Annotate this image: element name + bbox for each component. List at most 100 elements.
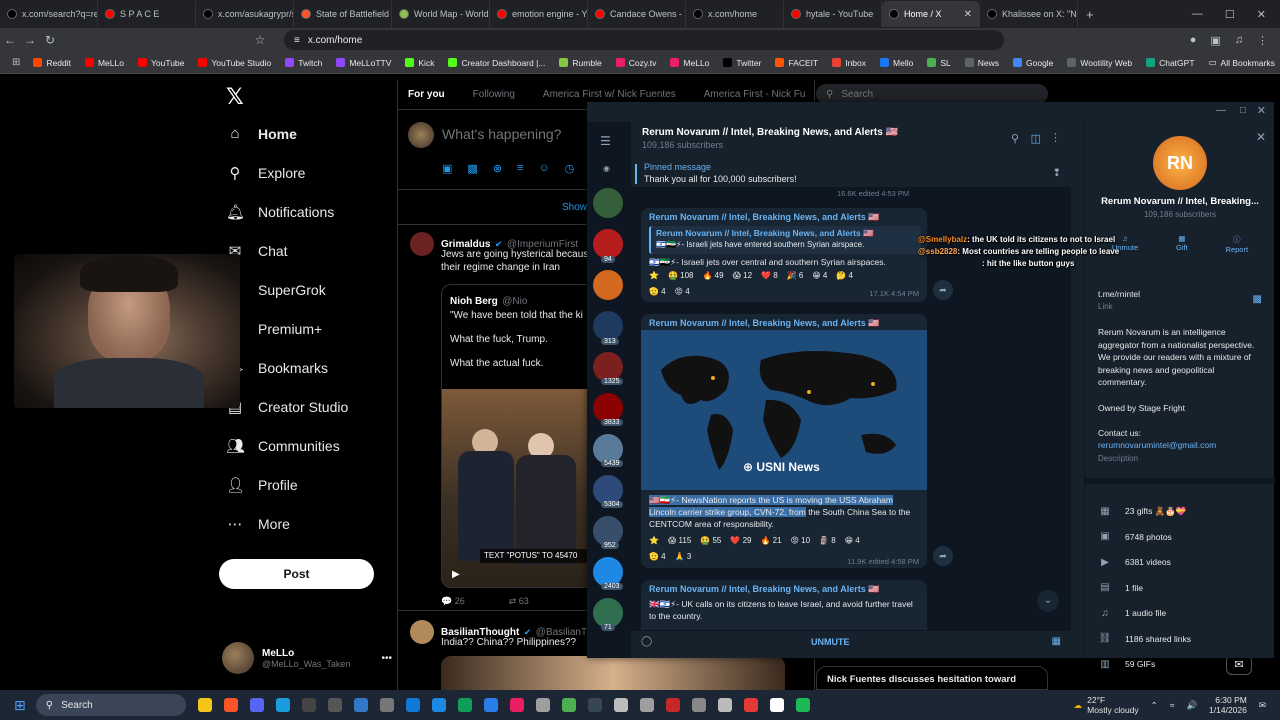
app-icon[interactable] <box>613 698 628 712</box>
media-stat-row[interactable]: ▥ 59 GIFs <box>1085 653 1275 675</box>
emoji-icon[interactable]: ☺ <box>538 162 549 175</box>
unmute-button[interactable]: UNMUTE <box>811 637 850 647</box>
reaction[interactable]: ⭐ <box>649 536 659 545</box>
bookmark-item[interactable]: Creator Dashboard |... <box>441 58 552 68</box>
report-action[interactable]: ⓘ Report <box>1226 234 1249 254</box>
reaction[interactable]: 🎉 6 <box>787 271 804 280</box>
x-search-input[interactable]: ⚲ Search <box>816 84 1048 104</box>
tab-for-you[interactable]: For you <box>408 89 445 100</box>
reaction[interactable]: 🫡 4 <box>649 552 666 561</box>
app-icon[interactable] <box>483 698 498 712</box>
image-icon[interactable]: ▣ <box>442 162 452 175</box>
reaction[interactable]: ⭐ <box>649 271 659 280</box>
channel-link[interactable]: t.me/rnintel <box>1098 288 1140 301</box>
vscode-icon[interactable] <box>353 698 368 712</box>
tab-america-first-2[interactable]: America First - Nick Fu <box>704 89 806 100</box>
close-window-icon[interactable]: ✕ <box>1257 8 1266 21</box>
play-icon[interactable]: ▶ <box>452 569 460 580</box>
retweet-button[interactable]: ⇄ 63 <box>509 596 529 607</box>
browser-tab[interactable]: Khalissee on X: "NE <box>980 1 1078 27</box>
bookmark-item[interactable]: SL <box>920 58 957 68</box>
extension-icon[interactable]: ● <box>1190 34 1197 47</box>
x-logo-icon[interactable]: 𝕏 <box>226 84 390 110</box>
tab-america-first[interactable]: America First w/ Nick Fuentes <box>543 89 676 100</box>
close-panel-icon[interactable]: ✕ <box>1256 130 1266 144</box>
bookmark-item[interactable]: YouTube <box>131 58 191 68</box>
windows-start-icon[interactable]: ⊞ <box>14 697 26 714</box>
bookmark-item[interactable]: Reddit <box>26 58 78 68</box>
reaction[interactable]: 😡 4 <box>675 287 690 296</box>
browser-tab[interactable]: State of Battlefield <box>294 1 392 27</box>
browser-tab[interactable]: S P A C E <box>98 1 196 27</box>
grok-icon[interactable]: ⊗ <box>493 162 502 175</box>
nav-item-communities[interactable]: 👥︎ Communities <box>210 426 390 465</box>
browser-tab[interactable]: World Map - World <box>392 1 490 27</box>
contact-email[interactable]: rerumnovarumintel@gmail.com <box>1098 439 1216 452</box>
new-tab-icon[interactable]: + <box>1078 7 1102 22</box>
channel-message[interactable]: Rerum Novarum // Intel, Breaking News, a… <box>641 314 927 568</box>
bookmark-item[interactable]: Google <box>1006 58 1060 68</box>
trend-card[interactable]: Nick Fuentes discusses hesitation toward <box>816 666 1048 690</box>
app-icon[interactable] <box>535 698 550 712</box>
notepad-icon[interactable] <box>769 698 784 712</box>
reaction[interactable]: 😡 10 <box>791 536 810 545</box>
bookmark-item[interactable]: MeLLo <box>663 58 716 68</box>
reaction[interactable]: 🔥 21 <box>760 536 781 545</box>
pinned-message-bar[interactable]: Pinned message Thank you all for 100,000… <box>631 160 1071 188</box>
browser-tab[interactable]: emotion engine - Y <box>490 1 588 27</box>
chat-header[interactable]: Rerum Novarum // Intel, Breaking News, a… <box>631 122 1071 162</box>
tweet-avatar[interactable] <box>410 232 434 256</box>
minimize-icon[interactable]: — <box>1216 105 1226 116</box>
nav-item-home[interactable]: ⌂ Home <box>210 114 390 153</box>
media-icon[interactable]: ♫ <box>1235 34 1243 47</box>
channel-avatar[interactable] <box>593 188 623 218</box>
channel-avatar[interactable]: RN <box>1153 136 1207 190</box>
poll-icon[interactable]: ≡ <box>517 162 523 175</box>
app-icon[interactable] <box>743 698 758 712</box>
telegram-icon[interactable] <box>405 698 420 712</box>
bookmark-item[interactable]: Kick <box>398 58 441 68</box>
search-icon[interactable]: ⚲ <box>1011 132 1019 145</box>
nav-item-profile[interactable]: 👤︎ Profile <box>210 465 390 504</box>
compose-input[interactable]: What's happening? <box>442 126 561 142</box>
gift-icon[interactable]: ▦ <box>1052 636 1061 647</box>
all-bookmarks-button[interactable]: ▭ All Bookmarks <box>1202 57 1280 68</box>
reaction[interactable]: 😱 12 <box>733 271 752 280</box>
qr-code-icon[interactable]: ▩ <box>1253 294 1262 305</box>
browser-tab[interactable]: x.com/home <box>686 1 784 27</box>
maximize-icon[interactable]: ☐ <box>1225 8 1235 21</box>
site-info-icon[interactable]: ≡ <box>294 35 300 46</box>
reaction[interactable]: ❤️ 8 <box>761 271 778 280</box>
reply-preview[interactable]: Rerum Novarum // Intel, Breaking News, a… <box>649 226 921 254</box>
video-thumbnail[interactable]: TEXT "POTUS" TO 45470 ▶ <box>442 389 610 587</box>
reaction[interactable]: 😁 4 <box>845 536 860 545</box>
bookmark-item[interactable]: ChatGPT <box>1139 58 1201 68</box>
url-field[interactable]: ≡ x.com/home <box>284 30 1004 50</box>
media-stat-row[interactable]: ▣ 6748 photos <box>1085 526 1275 548</box>
reply-button[interactable]: 💬 26 <box>441 596 465 607</box>
media-stat-row[interactable]: ♫ 1 audio file <box>1085 602 1275 624</box>
bookmark-item[interactable]: Rumble <box>552 58 608 68</box>
usni-map-image[interactable]: ⊕ USNI News <box>641 330 927 490</box>
pin-list-icon[interactable]: ❢ <box>1053 168 1061 179</box>
bookmark-item[interactable]: MeLLoTTV <box>329 58 398 68</box>
bookmark-item[interactable]: Twitter <box>716 58 768 68</box>
minimize-icon[interactable]: — <box>1192 8 1203 21</box>
apps-grid-icon[interactable]: ⊞ <box>6 57 26 68</box>
wifi-icon[interactable]: ≈ <box>1170 700 1175 710</box>
chevron-up-icon[interactable]: ⌃ <box>1151 700 1158 711</box>
reaction[interactable]: 🤮 55 <box>700 536 721 545</box>
channel-avatar[interactable] <box>593 229 623 259</box>
tweet-avatar[interactable] <box>410 620 434 644</box>
bookmark-item[interactable]: Twitch <box>278 58 329 68</box>
browser-tab[interactable]: x.com/search?q=re <box>0 1 98 27</box>
bookmark-item[interactable]: Cozy.tv <box>609 58 664 68</box>
app-icon[interactable] <box>587 698 602 712</box>
channel-message[interactable]: Rerum Novarum // Intel, Breaking News, a… <box>641 580 927 634</box>
media-stat-row[interactable]: ▤ 1 file <box>1085 577 1275 599</box>
file-explorer-icon[interactable] <box>197 698 212 712</box>
reaction[interactable]: 😱 115 <box>668 536 691 545</box>
nvidia-icon[interactable] <box>561 698 576 712</box>
sidebar-toggle-icon[interactable]: ◫ <box>1031 132 1041 145</box>
close-tab-icon[interactable]: ✕ <box>964 9 972 20</box>
